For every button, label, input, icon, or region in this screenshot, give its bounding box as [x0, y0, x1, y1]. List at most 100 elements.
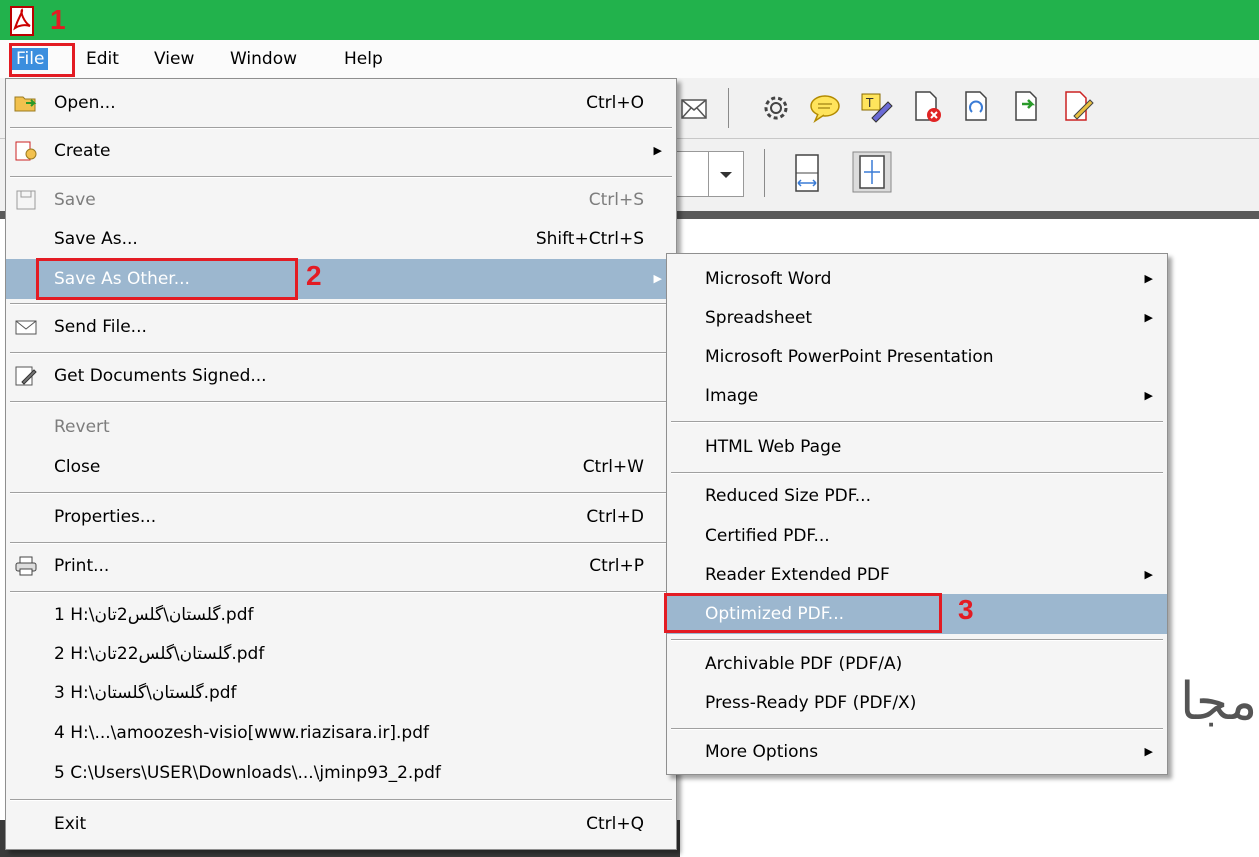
menu-item-label: Send File...: [54, 317, 147, 337]
menu-item-recent-file[interactable]: 2 H:\گلستان\گلس22تان.pdf: [6, 634, 676, 674]
fit-page-icon[interactable]: [852, 151, 892, 193]
toolbar-separator: [728, 88, 729, 128]
menu-edit[interactable]: Edit: [82, 48, 123, 70]
menu-item-label: Open...: [54, 93, 116, 113]
menu-item-shortcut: Ctrl+O: [586, 93, 644, 113]
menu-item-label: 2 H:\گلستان\گلس22تان.pdf: [54, 644, 265, 664]
menu-item-shortcut: Ctrl+W: [582, 457, 644, 477]
menu-item-send-file[interactable]: Send File...: [6, 307, 676, 347]
title-bar: [0, 0, 1259, 40]
menu-separator: [10, 352, 672, 354]
comment-icon[interactable]: [808, 92, 842, 124]
menu-item-label: Close: [54, 457, 101, 477]
menu-separator: [10, 401, 672, 403]
sign-document-icon: [15, 366, 37, 386]
submenu-item-archivable-pdf[interactable]: Archivable PDF (PDF/A): [667, 644, 1167, 684]
menu-view[interactable]: View: [150, 48, 198, 70]
menu-item-properties[interactable]: Properties... Ctrl+D: [6, 497, 676, 537]
menu-item-exit[interactable]: Exit Ctrl+Q: [6, 804, 676, 844]
menu-item-create[interactable]: Create ▶: [6, 131, 676, 171]
menu-item-label: Revert: [54, 417, 110, 437]
menu-item-get-documents-signed[interactable]: Get Documents Signed...: [6, 356, 676, 396]
menu-separator: [671, 421, 1163, 423]
menu-separator: [671, 472, 1163, 474]
menu-item-print[interactable]: Print... Ctrl+P: [6, 546, 676, 586]
menu-separator: [10, 303, 672, 305]
rotate-page-icon[interactable]: [960, 90, 994, 124]
extract-page-icon[interactable]: [1010, 90, 1044, 124]
menu-item-label: Create: [54, 141, 111, 161]
zoom-field[interactable]: [676, 151, 710, 197]
zoom-dropdown-button[interactable]: [708, 151, 744, 197]
menu-item-label: Image: [705, 386, 759, 406]
menu-item-shortcut: Ctrl+P: [589, 556, 644, 576]
menu-bar: File Edit View Window Help: [0, 40, 1259, 79]
fit-width-icon[interactable]: [790, 153, 824, 193]
submenu-arrow-icon: ▶: [1144, 745, 1153, 758]
menu-help[interactable]: Help: [340, 48, 387, 70]
submenu-item-powerpoint[interactable]: Microsoft PowerPoint Presentation: [667, 337, 1167, 377]
gear-icon[interactable]: [760, 92, 792, 124]
menu-separator: [10, 127, 672, 129]
menu-item-label: Reader Extended PDF: [705, 565, 890, 585]
submenu-item-reduced-size-pdf[interactable]: Reduced Size PDF...: [667, 476, 1167, 516]
document-text: مجا: [1180, 672, 1258, 732]
chevron-down-icon: [720, 172, 732, 178]
file-menu: Open... Ctrl+O Create ▶ Save Ctrl+S Save…: [5, 78, 677, 850]
menu-item-label: Exit: [54, 814, 87, 834]
menu-separator: [671, 728, 1163, 730]
menu-item-label: Save As...: [54, 229, 138, 249]
submenu-item-image[interactable]: Image ▶: [667, 376, 1167, 416]
menu-item-recent-file[interactable]: 5 C:\Users\USER\Downloads\...\jminp93_2.…: [6, 753, 676, 793]
menu-separator: [10, 176, 672, 178]
mail-icon[interactable]: [680, 94, 710, 124]
menu-item-close[interactable]: Close Ctrl+W: [6, 447, 676, 487]
annotation-number: 2: [306, 260, 322, 291]
menu-item-label: 4 H:\...\amoozesh-visio[www.riazisara.ir…: [54, 723, 429, 743]
menu-item-label: Properties...: [54, 507, 157, 527]
save-disk-icon: [16, 190, 36, 210]
menu-item-recent-file[interactable]: 4 H:\...\amoozesh-visio[www.riazisara.ir…: [6, 713, 676, 753]
menu-item-label: 3 H:\گلستان\گلستان.pdf: [54, 683, 237, 703]
submenu-arrow-icon: ▶: [1144, 272, 1153, 285]
menu-item-label: Spreadsheet: [705, 308, 813, 328]
menu-item-recent-file[interactable]: 1 H:\گلستان\گلس2تان.pdf: [6, 595, 676, 635]
annotation-number: 1: [50, 4, 66, 35]
submenu-arrow-icon: ▶: [1144, 568, 1153, 581]
submenu-arrow-icon: ▶: [1144, 389, 1153, 402]
menu-item-label: Certified PDF...: [705, 526, 830, 546]
menu-item-shortcut: Shift+Ctrl+S: [535, 229, 644, 249]
submenu-item-certified-pdf[interactable]: Certified PDF...: [667, 516, 1167, 556]
submenu-item-spreadsheet[interactable]: Spreadsheet ▶: [667, 298, 1167, 338]
submenu-item-more-options[interactable]: More Options ▶: [667, 732, 1167, 772]
submenu-item-microsoft-word[interactable]: Microsoft Word ▶: [667, 259, 1167, 299]
menu-item-save-as[interactable]: Save As... Shift+Ctrl+S: [6, 219, 676, 259]
menu-window[interactable]: Window: [226, 48, 301, 70]
menu-item-label: Reduced Size PDF...: [705, 486, 871, 506]
menu-item-recent-file[interactable]: 3 H:\گلستان\گلستان.pdf: [6, 673, 676, 713]
menu-separator: [10, 799, 672, 801]
annotation-box-optimized-pdf: [664, 593, 942, 633]
annotation-box-file: [9, 43, 75, 77]
menu-separator: [671, 639, 1163, 641]
submenu-item-html-web-page[interactable]: HTML Web Page: [667, 427, 1167, 467]
menu-item-revert[interactable]: Revert: [6, 407, 676, 447]
highlight-text-icon[interactable]: T: [858, 90, 894, 124]
menu-item-save[interactable]: Save Ctrl+S: [6, 180, 676, 220]
acrobat-app-icon: [10, 6, 34, 36]
menu-item-label: Get Documents Signed...: [54, 366, 267, 386]
save-as-other-submenu: Microsoft Word ▶ Spreadsheet ▶ Microsoft…: [666, 253, 1168, 775]
menu-item-shortcut: Ctrl+S: [588, 190, 644, 210]
menu-item-open[interactable]: Open... Ctrl+O: [6, 83, 676, 123]
svg-text:T: T: [865, 96, 874, 110]
menu-item-label: 5 C:\Users\USER\Downloads\...\jminp93_2.…: [54, 763, 441, 783]
submenu-item-reader-extended-pdf[interactable]: Reader Extended PDF ▶: [667, 555, 1167, 595]
delete-page-icon[interactable]: [910, 90, 944, 124]
edit-form-icon[interactable]: [1060, 90, 1096, 124]
menu-item-label: Press-Ready PDF (PDF/X): [705, 693, 917, 713]
submenu-arrow-icon: ▶: [653, 144, 662, 157]
submenu-item-press-ready-pdf[interactable]: Press-Ready PDF (PDF/X): [667, 683, 1167, 723]
annotation-box-save-as-other: [36, 258, 298, 300]
menu-item-label: Save: [54, 190, 96, 210]
menu-separator: [10, 591, 672, 593]
